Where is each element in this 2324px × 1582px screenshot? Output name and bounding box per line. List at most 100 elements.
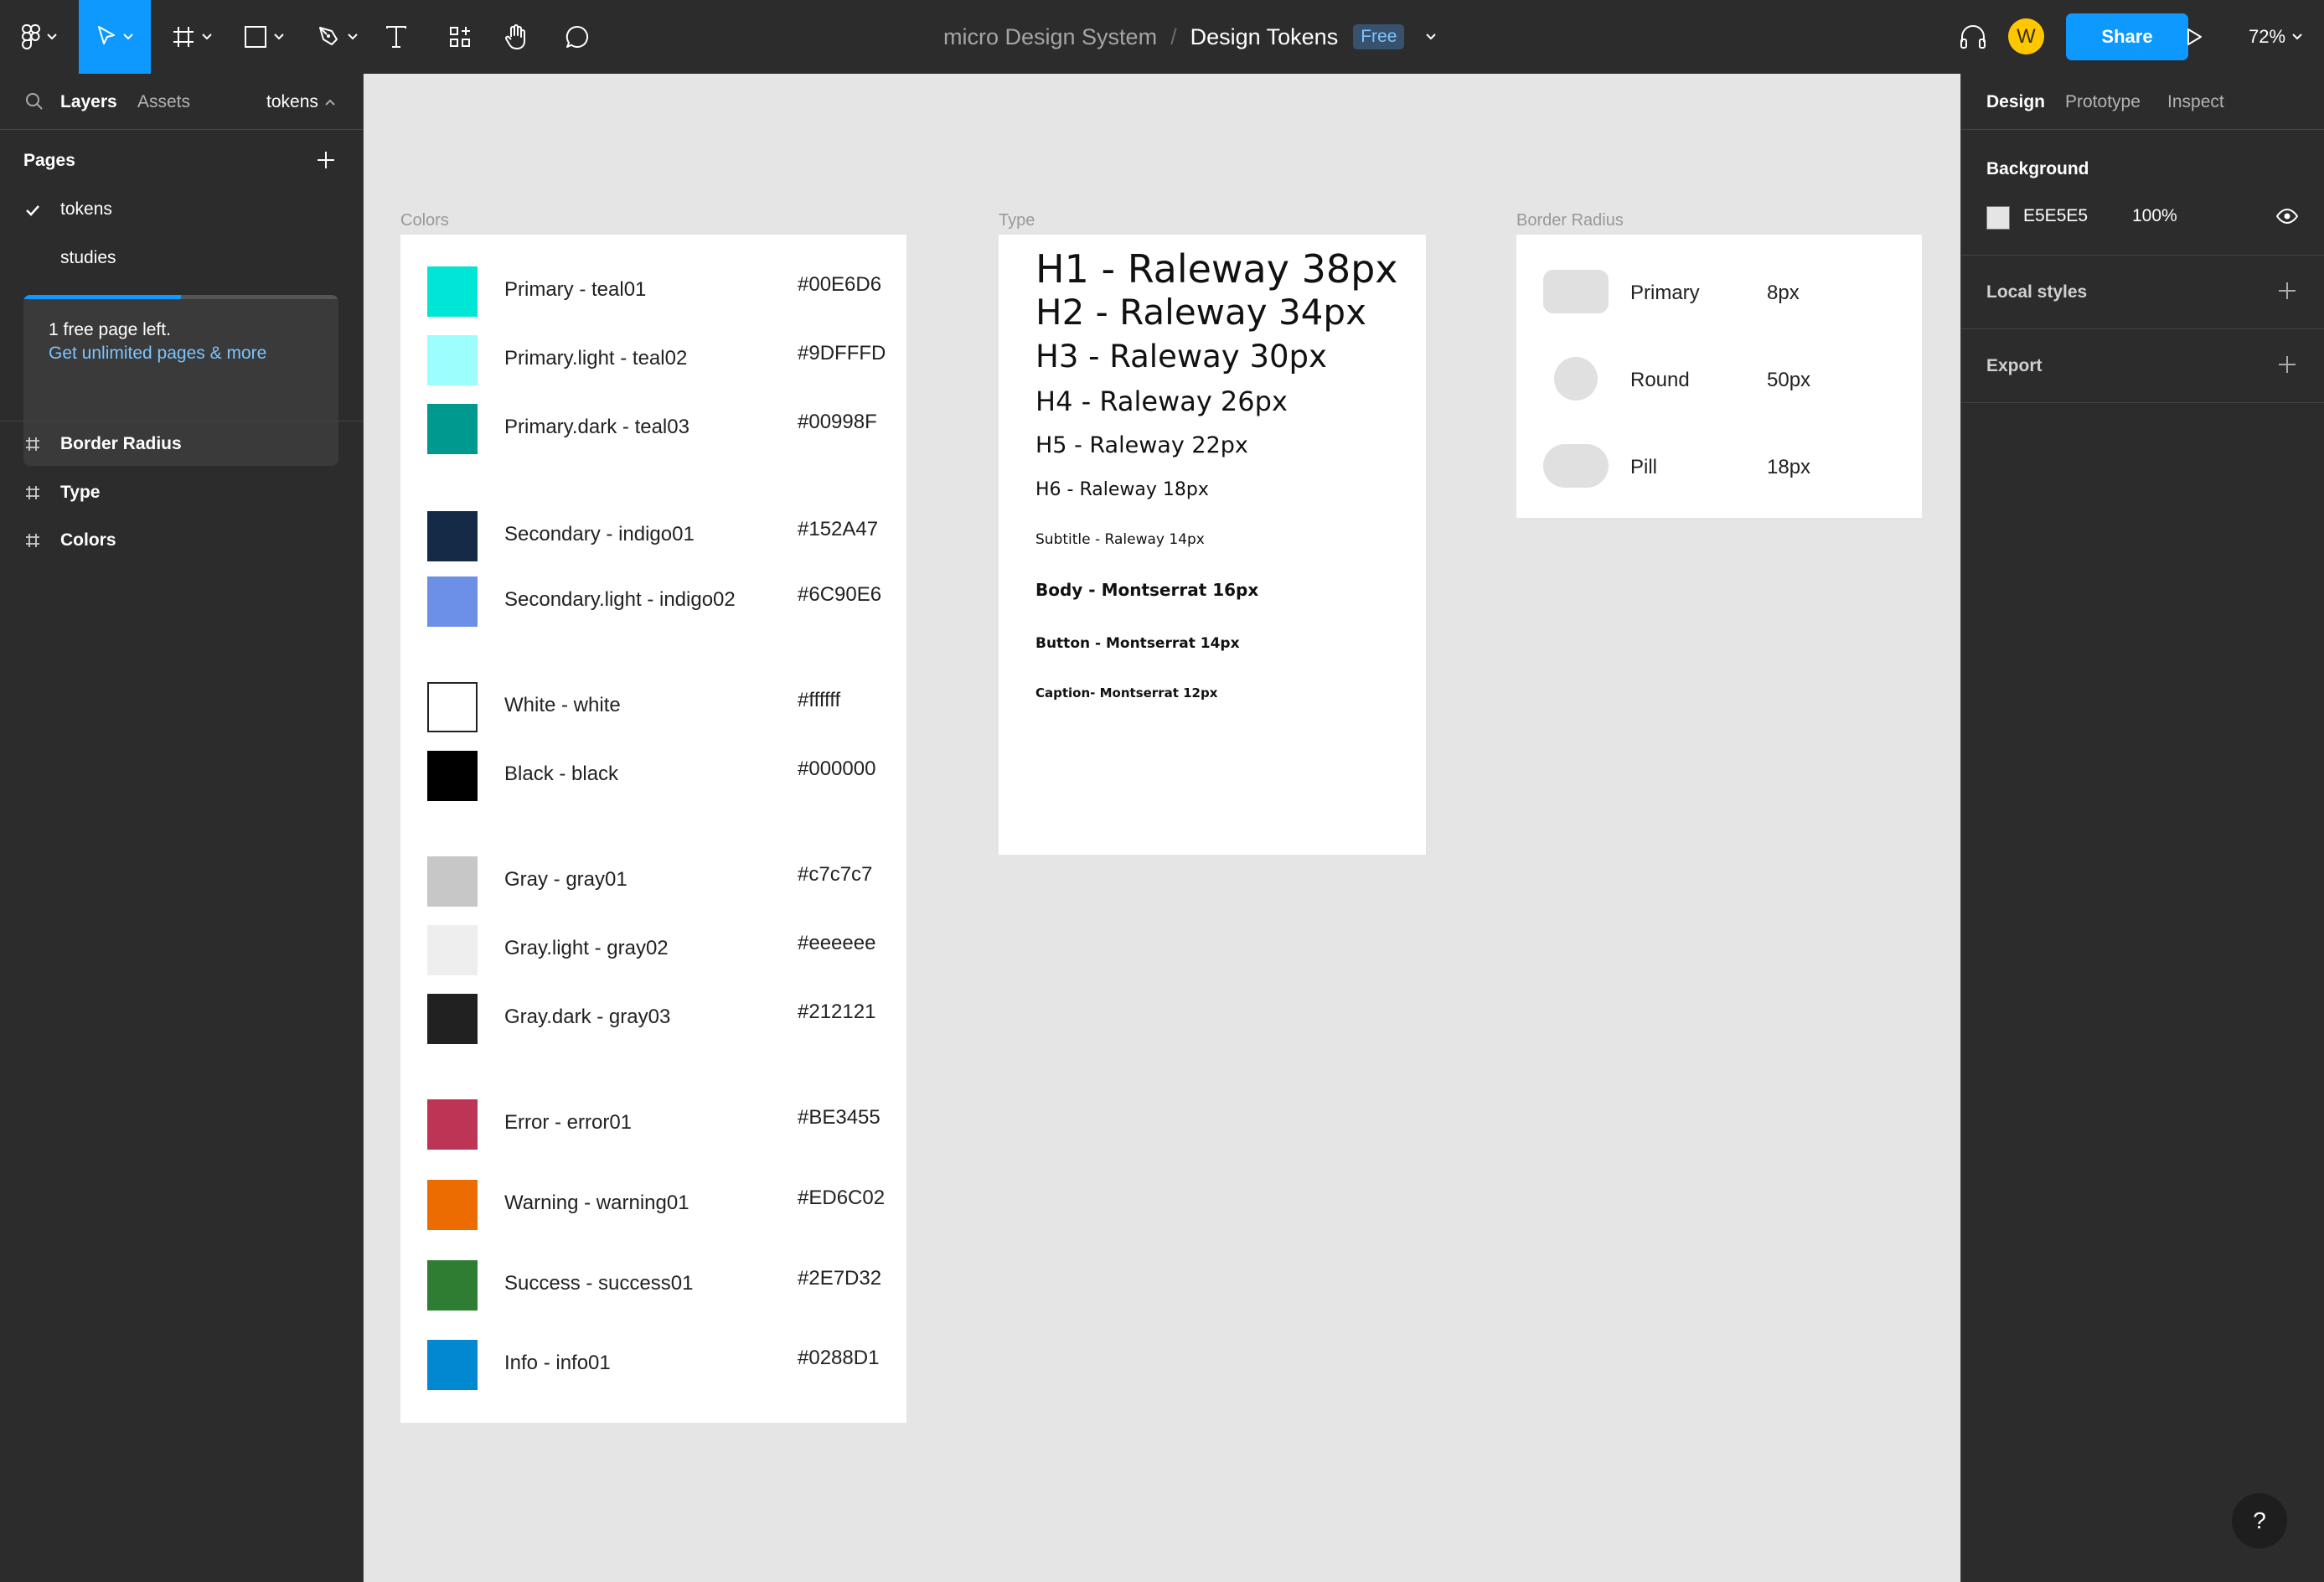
notice-text: 1 free page left. (49, 320, 171, 339)
tab-design[interactable]: Design (1986, 92, 2045, 112)
page-item-tokens[interactable]: tokens (60, 199, 112, 220)
color-swatch[interactable] (427, 511, 478, 561)
audio-button[interactable] (1952, 0, 1994, 74)
type-style-sample[interactable]: Subtitle - Raleway 14px (1035, 531, 1205, 548)
move-tool-button[interactable] (79, 0, 151, 74)
color-swatch[interactable] (427, 266, 478, 317)
type-frame[interactable]: H1 - Raleway 38px H2 - Raleway 34px H3 - R… (999, 235, 1426, 855)
project-name[interactable]: micro Design System (943, 24, 1157, 50)
tab-assets[interactable]: Assets (137, 92, 190, 112)
color-swatch[interactable] (427, 404, 478, 454)
color-token-hex: #00E6D6 (798, 273, 882, 296)
comment-icon (566, 25, 589, 48)
add-page-icon[interactable] (317, 151, 335, 169)
avatar[interactable]: W (2008, 18, 2044, 54)
file-name[interactable]: Design Tokens (1190, 24, 1339, 50)
border-radius-sample[interactable] (1554, 357, 1598, 401)
border-radius-sample[interactable] (1543, 270, 1609, 313)
frame-label-colors[interactable]: Colors (400, 211, 449, 230)
background-hex-input[interactable]: E5E5E5 (2023, 206, 2088, 226)
file-title[interactable]: micro Design System / Design Tokens Free (943, 0, 1437, 74)
chevron-down-icon[interactable] (1426, 34, 1437, 40)
frame-tool-button[interactable] (164, 0, 219, 74)
frame-label-border-radius[interactable]: Border Radius (1516, 211, 1624, 230)
shape-tool-button[interactable] (236, 0, 292, 74)
comment-tool-button[interactable] (556, 0, 598, 74)
color-swatch[interactable] (427, 1260, 478, 1311)
tab-layers[interactable]: Layers (60, 92, 117, 112)
hand-tool-button[interactable] (496, 0, 538, 74)
left-panel: Layers Assets tokens Pages tokens studie… (0, 74, 364, 1582)
type-style-sample[interactable]: H6 - Raleway 18px (1035, 479, 1209, 500)
layer-label: Border Radius (60, 434, 182, 453)
eye-icon[interactable] (2276, 208, 2298, 225)
frame-tool-icon (173, 27, 194, 47)
layer-label: Colors (60, 530, 116, 550)
check-icon (26, 205, 39, 216)
chevron-up-icon (325, 99, 335, 106)
add-export-icon[interactable] (2278, 355, 2296, 374)
type-style-sample[interactable]: Caption- Montserrat 12px (1035, 685, 1217, 701)
frame-label-type[interactable]: Type (999, 211, 1035, 230)
type-style-sample[interactable]: Button - Montserrat 14px (1035, 635, 1240, 652)
layer-type[interactable]: Type (25, 483, 100, 503)
border-radius-frame[interactable]: Primary 8px Round 50px Pill 18px (1516, 235, 1922, 518)
color-swatch[interactable] (427, 1180, 478, 1230)
page-item-studies[interactable]: studies (60, 248, 116, 268)
help-button[interactable]: ? (2232, 1493, 2287, 1548)
color-token-hex: #BE3455 (798, 1106, 881, 1129)
color-token-hex: #c7c7c7 (798, 863, 873, 886)
type-style-sample[interactable]: H4 - Raleway 26px (1035, 385, 1288, 417)
upgrade-link[interactable]: Get unlimited pages & more (49, 344, 266, 364)
color-swatch[interactable] (427, 1099, 478, 1150)
border-radius-sample[interactable] (1543, 444, 1609, 488)
color-swatch[interactable] (427, 994, 478, 1044)
local-styles-heading: Local styles (1986, 282, 2088, 302)
color-token-hex: #000000 (798, 757, 876, 780)
resources-button[interactable] (439, 0, 481, 74)
chevron-down-icon (274, 34, 284, 40)
color-swatch[interactable] (427, 576, 478, 627)
background-opacity-input[interactable]: 100% (2132, 206, 2177, 226)
type-style-sample[interactable]: H1 - Raleway 38px (1035, 246, 1398, 292)
colors-frame[interactable]: Primary - teal01 #00E6D6 Primary.light - t… (400, 235, 906, 1423)
search-icon[interactable] (25, 92, 44, 111)
text-tool-icon (386, 26, 406, 48)
share-button[interactable]: Share (2066, 13, 2188, 60)
tab-inspect[interactable]: Inspect (2167, 92, 2224, 112)
color-swatch[interactable] (427, 925, 478, 975)
background-color-swatch[interactable] (1986, 206, 2010, 230)
color-token-name: Error - error01 (504, 1111, 633, 1134)
border-radius-row[interactable]: Primary 8px (1516, 270, 1922, 320)
color-token-hex: #152A47 (798, 518, 879, 540)
zoom-level: 72% (2249, 26, 2286, 47)
tab-prototype[interactable]: Prototype (2065, 92, 2141, 112)
pen-tool-button[interactable] (310, 0, 365, 74)
type-style-sample[interactable]: H2 - Raleway 34px (1035, 292, 1366, 333)
border-radius-row[interactable]: Round 50px (1516, 357, 1922, 407)
figma-menu-button[interactable] (12, 0, 67, 74)
text-tool-button[interactable] (375, 0, 417, 74)
type-style-sample[interactable]: H3 - Raleway 30px (1035, 339, 1327, 375)
present-button[interactable] (2173, 0, 2215, 74)
color-token-name: Secondary - indigo01 (504, 523, 695, 545)
zoom-menu[interactable]: 72% (2249, 0, 2302, 74)
color-swatch[interactable] (427, 751, 478, 801)
layer-border-radius[interactable]: Border Radius (25, 434, 182, 454)
color-swatch[interactable] (427, 335, 478, 385)
color-swatch[interactable] (427, 1340, 478, 1390)
type-style-sample[interactable]: Body - Montserrat 16px (1035, 580, 1258, 600)
layer-colors[interactable]: Colors (25, 530, 116, 551)
border-radius-row[interactable]: Pill 18px (1516, 444, 1922, 494)
color-swatch[interactable] (427, 682, 478, 732)
hand-tool-icon (505, 24, 525, 49)
type-style-sample[interactable]: H5 - Raleway 22px (1035, 432, 1248, 458)
background-heading: Background (1986, 159, 2089, 178)
add-style-icon[interactable] (2278, 282, 2296, 300)
page-switcher[interactable]: tokens (266, 92, 335, 112)
chevron-down-icon (2292, 34, 2302, 40)
color-swatch[interactable] (427, 856, 478, 907)
move-tool-icon (98, 26, 115, 44)
divider (1961, 402, 2324, 403)
layer-label: Type (60, 483, 101, 502)
